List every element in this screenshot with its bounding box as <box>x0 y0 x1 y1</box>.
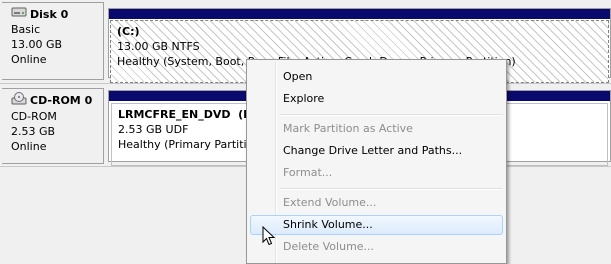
menu-item-delete-volume[interactable]: Delete Volume... <box>250 237 503 257</box>
cdrom-0-label[interactable]: CD-ROM 0 CD-ROM 2.53 GB Online <box>2 88 104 164</box>
disk-0-label[interactable]: Disk 0 Basic 13.00 GB Online <box>2 2 104 80</box>
menu-item-extend-volume[interactable]: Extend Volume... <box>250 193 503 213</box>
cd-rom-icon <box>11 92 27 109</box>
cdrom-0-size: 2.53 GB <box>11 125 56 138</box>
volume-c-details: 13.00 GB NTFS <box>117 40 200 53</box>
menu-item-shrink-volume[interactable]: Shrink Volume... <box>250 215 503 235</box>
disk-0-size: 13.00 GB <box>11 38 63 51</box>
menu-item-mark-active[interactable]: Mark Partition as Active <box>250 119 503 139</box>
cdrom-0-title: CD-ROM 0 <box>11 92 103 109</box>
menu-item-explore[interactable]: Explore <box>250 89 503 109</box>
volume-c-bar <box>109 9 610 19</box>
mouse-pointer-icon <box>262 225 276 249</box>
menu-separator <box>280 188 503 190</box>
hard-disk-icon <box>11 6 27 22</box>
menu-item-format[interactable]: Format... <box>250 163 503 183</box>
volume-c-label: (C:) <box>117 25 140 38</box>
context-menu[interactable]: Open Explore Mark Partition as Active Ch… <box>246 59 507 264</box>
menu-separator <box>280 114 503 116</box>
disk-0-name: Disk 0 <box>30 7 69 21</box>
disk-0-status: Online <box>11 53 47 66</box>
cdrom-0-type: CD-ROM <box>11 110 57 123</box>
cdrom-0-name: CD-ROM 0 <box>30 94 93 107</box>
disk-0-type: Basic <box>11 23 41 36</box>
menu-item-open[interactable]: Open <box>250 67 503 87</box>
cdrom-0-status: Online <box>11 140 47 153</box>
menu-item-change-drive-letter[interactable]: Change Drive Letter and Paths... <box>250 141 503 161</box>
disk-0-title: Disk 0 <box>11 6 103 22</box>
